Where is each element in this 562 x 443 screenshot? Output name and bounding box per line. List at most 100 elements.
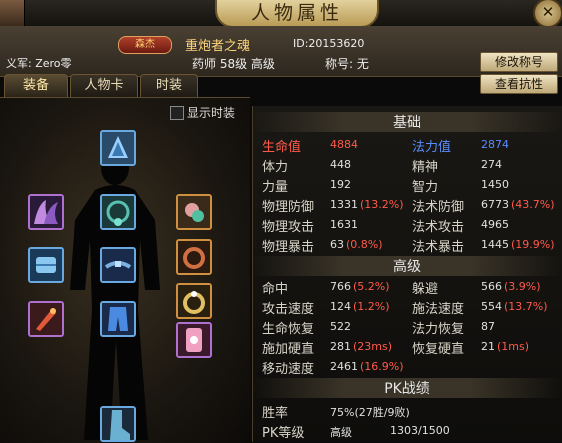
close-icon[interactable]: ✕ — [533, 0, 562, 28]
necklace-icon — [102, 196, 134, 228]
weapon-slot[interactable] — [28, 301, 64, 337]
stat-label: 攻击速度 — [262, 302, 315, 317]
stat-value: 766 — [330, 280, 351, 293]
fashion-label: 显示时装 — [187, 106, 236, 120]
character-header — [0, 26, 562, 77]
stat-label: 施法速度 — [412, 302, 465, 317]
stat-label: 精神 — [412, 160, 439, 175]
stat-value: 63 — [330, 238, 344, 251]
stat-label: 物理攻击 — [262, 220, 315, 235]
stat-value: 192 — [330, 178, 351, 191]
talisman-icon — [178, 324, 210, 356]
helmet-slot[interactable] — [100, 130, 136, 166]
change-title-button[interactable]: 修改称号 — [480, 52, 558, 72]
tab-character-card[interactable]: 人物卡 — [70, 74, 138, 97]
stat-label: 物理暴击 — [262, 240, 315, 255]
stat-value: 1631 — [330, 218, 358, 231]
ring-icon — [178, 241, 210, 273]
stat-percent: (13.7%) — [504, 300, 548, 313]
stat-percent: (23ms) — [353, 340, 393, 353]
stat-value: 4884 — [330, 138, 358, 151]
stat-value: 4965 — [481, 218, 509, 231]
stat-label: 物理防御 — [262, 200, 315, 215]
stat-value: 448 — [330, 158, 351, 171]
stat-label: 法术暴击 — [412, 240, 465, 255]
character-id: ID:20153620 — [293, 37, 365, 50]
stat-label: 施加硬直 — [262, 342, 315, 357]
pants-icon — [102, 303, 134, 335]
stat-value: 2874 — [481, 138, 509, 151]
stat-label: 移动速度 — [262, 362, 315, 377]
stat-value: 281 — [330, 340, 351, 353]
stat-value: 274 — [481, 158, 502, 171]
stat-label: 躲避 — [412, 282, 439, 297]
stat-value: 21 — [481, 340, 495, 353]
bracer-icon — [30, 249, 62, 281]
pants-slot[interactable] — [100, 301, 136, 337]
section-title-basic: 基础 — [252, 112, 562, 132]
stat-value: 554 — [481, 300, 502, 313]
ring-icon — [178, 285, 210, 317]
boots-icon — [102, 408, 134, 440]
stat-label: 法力值 — [412, 140, 452, 155]
weapon-icon — [30, 303, 62, 335]
stat-value: 1450 — [481, 178, 509, 191]
stat-label: 力量 — [262, 180, 289, 195]
character-name: 重炮者之魂 — [185, 39, 251, 54]
stat-percent: (16.9%) — [360, 360, 404, 373]
amulet-icon — [178, 196, 210, 228]
stat-label: 命中 — [262, 282, 289, 297]
stat-value: 1445 — [481, 238, 509, 251]
necklace-slot[interactable] — [100, 194, 136, 230]
stat-value: 6773 — [481, 198, 509, 211]
fashion-checkbox[interactable] — [170, 106, 184, 120]
job-level: 药师 58级 高级 — [192, 57, 275, 71]
stat-label: 智力 — [412, 180, 439, 195]
stat-label: 生命值 — [262, 140, 302, 155]
wing-slot[interactable] — [28, 194, 64, 230]
stat-percent: (1ms) — [497, 340, 530, 353]
stat-label: 法术攻击 — [412, 220, 465, 235]
boots-slot[interactable] — [100, 406, 136, 442]
belt-icon — [102, 249, 134, 281]
stat-label: 法力恢复 — [412, 322, 465, 337]
pk-value: 75%(27胜/9败) — [330, 406, 410, 419]
stat-percent: (43.7%) — [511, 198, 555, 211]
belt-slot[interactable] — [100, 247, 136, 283]
amulet-slot[interactable] — [176, 194, 212, 230]
ring-slot-1[interactable] — [176, 239, 212, 275]
helmet-icon — [102, 132, 134, 164]
tab-fashion[interactable]: 时装 — [140, 74, 198, 97]
avatar — [0, 0, 25, 26]
stat-value: 522 — [330, 320, 351, 333]
stat-percent: (5.2%) — [353, 280, 390, 293]
pk-label: 胜率 — [262, 406, 289, 421]
stat-percent: (0.8%) — [346, 238, 383, 251]
stat-value: 124 — [330, 300, 351, 313]
pk-value: 高级 — [330, 426, 352, 439]
stat-label: 体力 — [262, 160, 289, 175]
ring-slot-2[interactable] — [176, 283, 212, 319]
stat-percent: (3.9%) — [504, 280, 541, 293]
pk-label: PK等级 — [262, 426, 305, 441]
stat-value: 2461 — [330, 360, 358, 373]
wing-icon — [30, 196, 62, 228]
window-title: 人物属性 — [215, 0, 379, 28]
tab-equipment[interactable]: 装备 — [4, 74, 68, 97]
view-resistance-button[interactable]: 查看抗性 — [480, 74, 558, 94]
stat-label: 生命恢复 — [262, 322, 315, 337]
stat-value: 87 — [481, 320, 495, 333]
stat-percent: (1.2%) — [353, 300, 390, 313]
stat-value: 566 — [481, 280, 502, 293]
rank-badge: 森杰 — [118, 36, 172, 54]
nickname-label: 称号: 无 — [325, 57, 369, 71]
bracer-slot[interactable] — [28, 247, 64, 283]
section-title-advanced: 高级 — [252, 256, 562, 276]
pk-progress: 1303/1500 — [390, 424, 450, 437]
stat-percent: (19.9%) — [511, 238, 555, 251]
stat-percent: (13.2%) — [360, 198, 404, 211]
stat-label: 法术防御 — [412, 200, 465, 215]
section-title-pk: PK战绩 — [252, 378, 562, 398]
stat-label: 恢复硬直 — [412, 342, 465, 357]
talisman-slot[interactable] — [176, 322, 212, 358]
